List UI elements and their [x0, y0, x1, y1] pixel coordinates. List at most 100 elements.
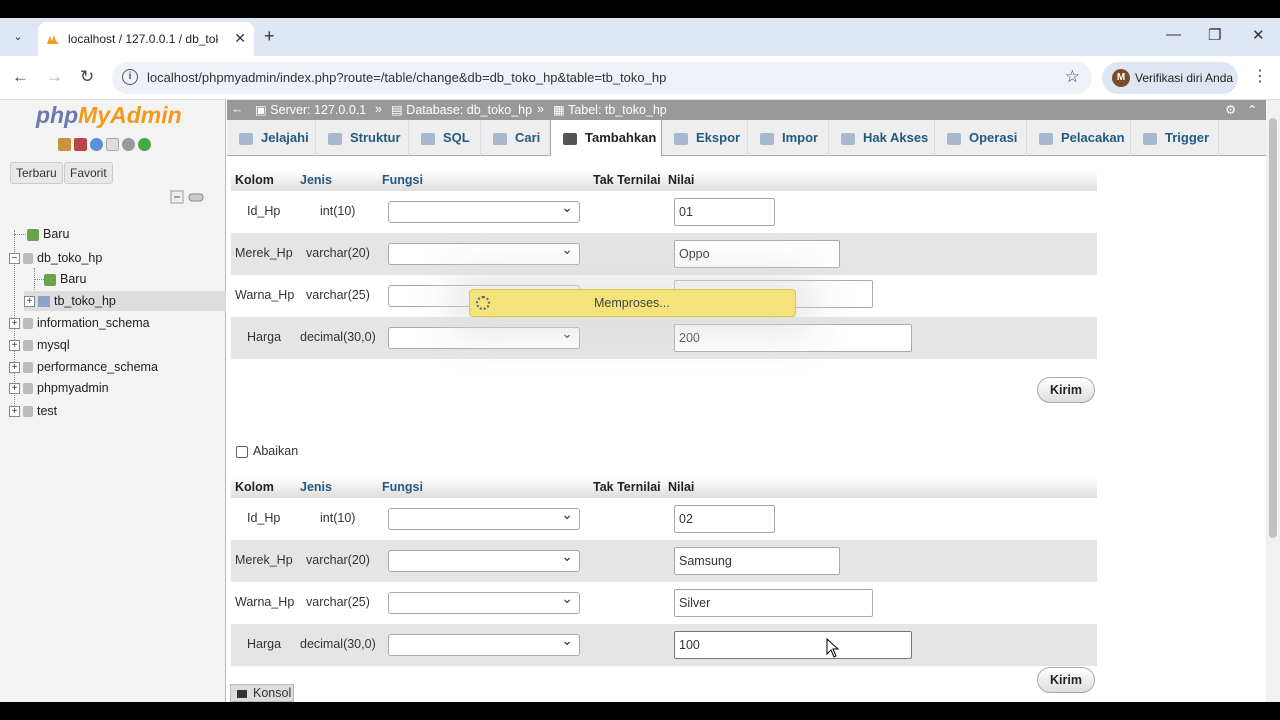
new-tab-icon[interactable]: + — [264, 26, 275, 47]
form-header-2: Kolom Jenis Fungsi Tak Ternilai Nilai — [231, 478, 1097, 498]
value-input[interactable]: 200 — [674, 324, 912, 352]
favorite-tables-button[interactable]: Favorit — [64, 162, 113, 184]
tree-item-db-toko-hp[interactable]: − db_toko_hp — [9, 248, 102, 268]
tab-triggers[interactable]: Trigger — [1131, 120, 1219, 156]
breadcrumb-table[interactable]: ▦ Tabel: tb_toko_hp — [553, 102, 667, 117]
browser-menu-icon[interactable]: ⋮ — [1252, 66, 1268, 86]
function-header[interactable]: Fungsi — [382, 480, 423, 494]
tab-search[interactable]: Cari — [481, 120, 550, 156]
tab-browse[interactable]: Jelajahi — [227, 120, 316, 156]
ignore-checkbox[interactable] — [236, 445, 248, 458]
close-window-icon[interactable]: ✕ — [1252, 26, 1265, 44]
forward-icon[interactable]: → — [46, 67, 63, 87]
tree-item-new-database[interactable]: Baru — [14, 224, 69, 244]
browser-toolbar: ← → ↻ i localhost/phpmyadmin/index.php?r… — [0, 56, 1280, 100]
tab-export[interactable]: Ekspor — [662, 120, 748, 156]
function-header[interactable]: Fungsi — [382, 173, 423, 187]
settings-gear-icon[interactable] — [122, 138, 135, 151]
spinner-icon — [476, 296, 490, 310]
site-info-icon[interactable]: i — [122, 69, 138, 85]
function-select[interactable] — [388, 632, 580, 656]
minimize-icon[interactable]: — — [1166, 26, 1181, 43]
back-icon[interactable]: ← — [12, 67, 29, 87]
tree-item-tb-toko-hp[interactable]: + tb_toko_hp — [24, 291, 226, 311]
tab-insert[interactable]: Tambahkan — [550, 120, 662, 157]
value-input[interactable]: Oppo — [674, 240, 840, 268]
phpmyadmin-logo[interactable]: phpMyAdmin — [36, 102, 182, 129]
value-input[interactable]: 100 — [674, 631, 912, 659]
function-select[interactable] — [388, 241, 580, 265]
logout-icon[interactable] — [74, 138, 87, 151]
tab-search-dropdown[interactable]: ⌄ — [6, 26, 30, 48]
tree-item-phpmyadmin[interactable]: + phpmyadmin — [9, 378, 109, 398]
profile-label: Verifikasi diri Anda — [1135, 71, 1234, 85]
column-type-header[interactable]: Jenis — [300, 173, 332, 187]
docs-icon[interactable] — [106, 138, 119, 151]
submit-button[interactable]: Kirim — [1037, 667, 1095, 693]
tab-tracking[interactable]: Pelacakan — [1027, 120, 1131, 156]
value-input[interactable]: 02 — [674, 505, 775, 533]
tree-item-performance-schema[interactable]: + performance_schema — [9, 357, 158, 377]
function-select[interactable] — [388, 199, 580, 223]
url-text: localhost/phpmyadmin/index.php?route=/ta… — [147, 70, 667, 85]
help-icon[interactable] — [90, 138, 103, 151]
page-scrollbar[interactable] — [1266, 100, 1280, 702]
phpmyadmin-favicon-icon — [47, 35, 59, 44]
close-tab-icon[interactable]: ✕ — [234, 30, 246, 47]
browser-tab-title: localhost / 127.0.0.1 / db_toko_ — [68, 32, 218, 46]
address-bar[interactable]: i localhost/phpmyadmin/index.php?route=/… — [112, 62, 1092, 94]
recent-tables-button[interactable]: Terbaru — [10, 162, 63, 184]
tab-import[interactable]: Impor — [748, 120, 829, 156]
function-select[interactable] — [388, 548, 580, 572]
function-select[interactable] — [388, 506, 580, 530]
console-toggle[interactable]: Konsol — [230, 684, 294, 702]
browser-tab[interactable]: localhost / 127.0.0.1 / db_toko_ ✕ — [38, 22, 254, 56]
profile-button[interactable]: M Verifikasi diri Anda — [1102, 62, 1238, 94]
tree-item-information-schema[interactable]: + information_schema — [9, 313, 150, 333]
expand-node-icon[interactable]: + — [9, 362, 20, 374]
function-select[interactable] — [388, 325, 580, 349]
restore-icon[interactable]: ❐ — [1208, 26, 1221, 44]
browser-window: ⌄ localhost / 127.0.0.1 / db_toko_ ✕ + —… — [0, 18, 1280, 702]
tab-operations[interactable]: Operasi — [935, 120, 1027, 156]
expand-node-icon[interactable]: + — [9, 318, 20, 330]
value-input[interactable]: Samsung — [674, 547, 840, 575]
database-icon — [23, 318, 33, 330]
collapse-top-icon[interactable]: ⌃ — [1247, 102, 1257, 117]
collapse-nav-icon[interactable]: ← — [231, 102, 244, 116]
ignore-checkbox-row[interactable]: Abaikan — [236, 444, 298, 458]
home-icon[interactable] — [58, 138, 71, 151]
table-icon — [38, 296, 50, 308]
expand-node-icon[interactable]: + — [9, 383, 20, 395]
value-input[interactable]: 01 — [674, 198, 775, 226]
collapse-all-icon[interactable] — [170, 190, 204, 204]
form-row: Harga decimal(30,0) 100 — [231, 624, 1097, 666]
reload-icon[interactable]: ↻ — [80, 67, 94, 87]
expand-node-icon[interactable]: + — [24, 296, 35, 308]
nav-quick-icons — [58, 138, 154, 154]
expand-node-icon[interactable]: + — [9, 340, 20, 352]
collapse-node-icon[interactable]: − — [9, 253, 20, 265]
scrollbar-thumb[interactable] — [1269, 118, 1277, 538]
database-icon — [23, 383, 33, 395]
tree-item-mysql[interactable]: + mysql — [9, 335, 70, 355]
breadcrumb-server[interactable]: ▣ Server: 127.0.0.1 — [255, 102, 366, 117]
tab-structure[interactable]: Struktur — [316, 120, 409, 156]
bookmark-star-icon[interactable]: ☆ — [1065, 67, 1080, 87]
submit-button[interactable]: Kirim — [1037, 377, 1095, 403]
breadcrumb-database[interactable]: ▤ Database: db_toko_hp — [391, 102, 532, 117]
column-type-header[interactable]: Jenis — [300, 480, 332, 494]
value-input[interactable]: Silver — [674, 589, 873, 617]
settings-gear-icon[interactable]: ⚙ — [1225, 102, 1236, 117]
tab-strip: ⌄ localhost / 127.0.0.1 / db_toko_ ✕ + —… — [0, 18, 1280, 56]
refresh-icon[interactable] — [138, 138, 151, 151]
tree-item-test[interactable]: + test — [9, 401, 57, 421]
import-icon — [760, 132, 774, 145]
function-select[interactable] — [388, 590, 580, 614]
tab-sql[interactable]: SQL — [409, 120, 481, 156]
tab-privileges[interactable]: Hak Akses — [829, 120, 935, 156]
tree-item-new-table[interactable]: Baru — [34, 269, 86, 289]
expand-node-icon[interactable]: + — [9, 406, 20, 418]
search-icon — [493, 132, 507, 145]
form-row: Harga decimal(30,0) 200 — [231, 317, 1097, 359]
